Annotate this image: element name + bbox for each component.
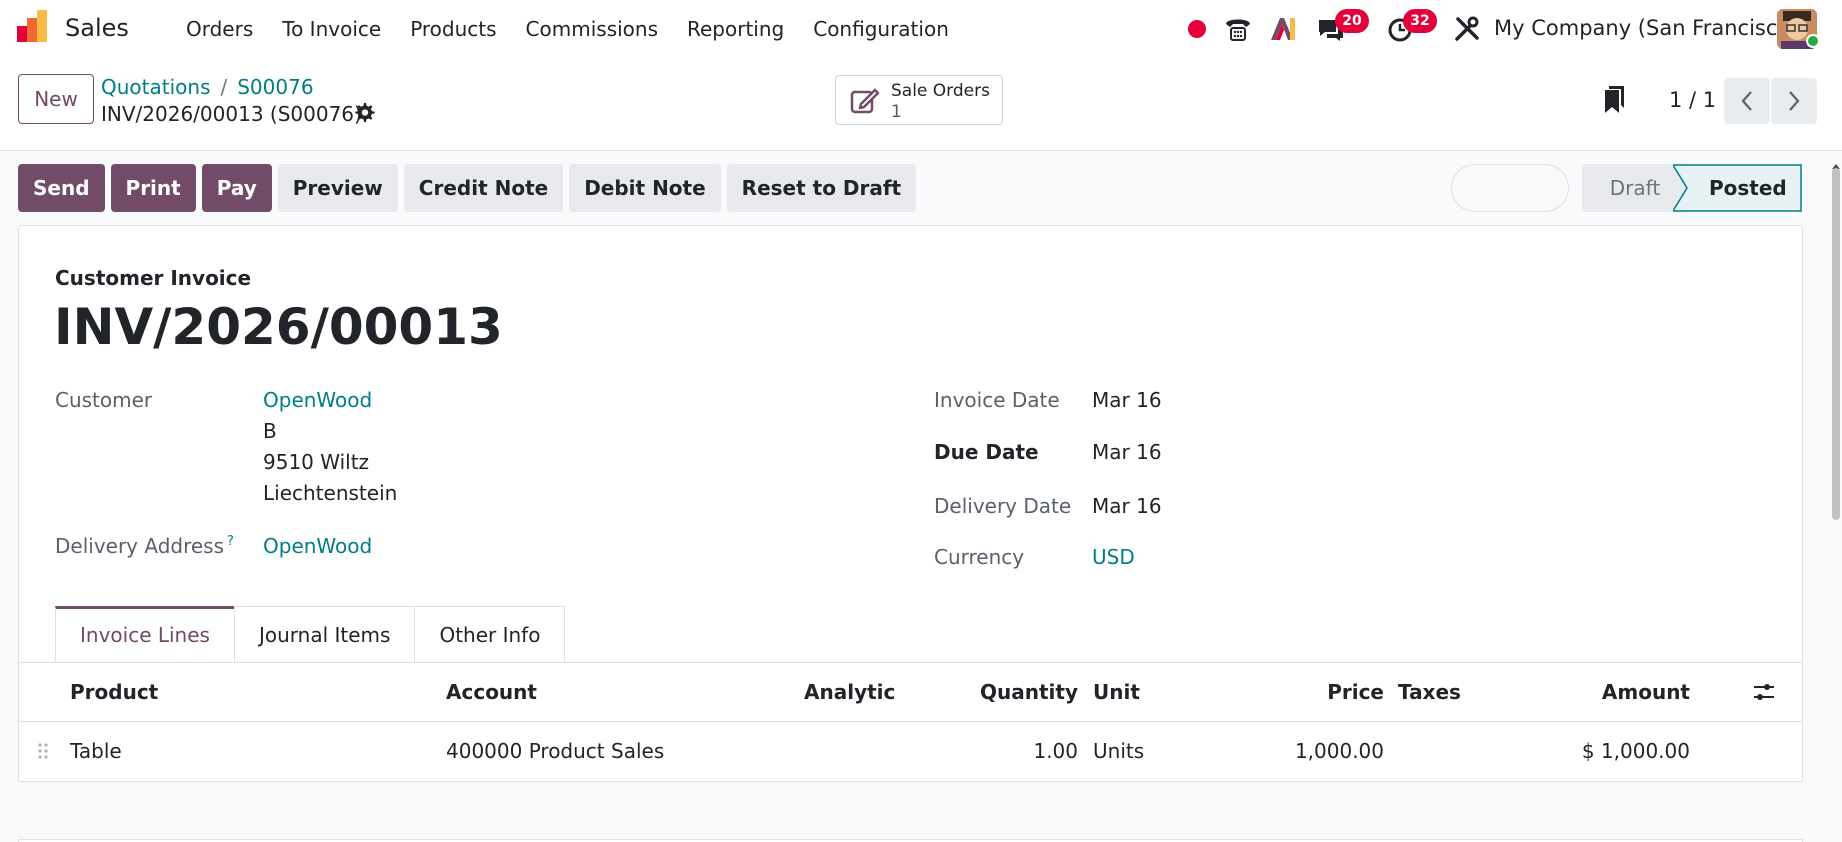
invoice-number: INV/2026/00013 [54, 298, 503, 356]
due-date-value[interactable]: Mar 16 [1092, 440, 1162, 464]
delivery-date-label: Delivery Date [934, 494, 1072, 518]
delivery-address-link[interactable]: OpenWood [263, 534, 372, 558]
breadcrumb-separator: / [220, 75, 228, 99]
menu-orders[interactable]: Orders [186, 17, 253, 41]
pay-button[interactable]: Pay [201, 164, 272, 212]
invoice-date-label: Invoice Date [934, 388, 1060, 412]
new-button[interactable]: New [18, 74, 94, 124]
scrollbar-thumb[interactable] [1832, 168, 1840, 520]
menu-products[interactable]: Products [410, 17, 496, 41]
optional-columns-icon[interactable] [1752, 680, 1776, 704]
address-line-2: 9510 Wiltz [263, 450, 370, 474]
column-account[interactable]: Account [446, 680, 537, 704]
add-line-row[interactable] [18, 782, 1803, 840]
column-amount[interactable]: Amount [1602, 680, 1690, 704]
bookmark-icon[interactable] [1604, 86, 1626, 114]
delivery-date-value[interactable]: Mar 16 [1092, 494, 1162, 518]
control-panel: New Quotations / S00076 INV/2026/00013 (S0… [0, 58, 1842, 151]
breadcrumb-quotations[interactable]: Quotations [101, 75, 210, 99]
column-quantity[interactable]: Quantity [980, 680, 1078, 704]
sales-app-icon[interactable] [17, 10, 51, 44]
currency-label: Currency [934, 545, 1025, 569]
reset-to-draft-button[interactable]: Reset to Draft [726, 164, 917, 212]
messages-badge: 20 [1335, 9, 1369, 33]
chevron-left-icon [1741, 91, 1752, 111]
customer-label: Customer [55, 388, 153, 412]
gear-icon[interactable] [354, 102, 376, 124]
breadcrumb: Quotations / S00076 [101, 75, 314, 99]
ai-icon[interactable] [1268, 14, 1298, 44]
debit-note-button[interactable]: Debit Note [569, 164, 721, 212]
sale-orders-smart-button[interactable]: Sale Orders 1 [835, 75, 1003, 125]
drag-handle-icon[interactable] [37, 742, 49, 760]
tab-other-info[interactable]: Other Info [414, 606, 566, 663]
column-price[interactable]: Price [1327, 680, 1384, 704]
line-account[interactable]: 400000 Product Sales [446, 739, 664, 763]
chevron-right-icon [1789, 91, 1800, 111]
tab-journal-items[interactable]: Journal Items [233, 606, 416, 663]
recording-dot-icon[interactable] [1188, 20, 1206, 38]
column-product[interactable]: Product [70, 680, 158, 704]
menu-to-invoice[interactable]: To Invoice [282, 17, 381, 41]
column-taxes[interactable]: Taxes [1398, 680, 1461, 704]
main-menu: Orders To Invoice Products Commissions R… [186, 17, 978, 41]
breadcrumb-sale-order[interactable]: S00076 [237, 75, 313, 99]
address-line-1: B [263, 419, 277, 443]
help-tooltip-icon[interactable]: ? [227, 534, 234, 549]
line-amount: $ 1,000.00 [1581, 739, 1690, 763]
menu-configuration[interactable]: Configuration [813, 17, 949, 41]
tools-icon[interactable] [1452, 14, 1482, 44]
address-line-3: Liechtenstein [263, 481, 398, 505]
row-divider-bottom [18, 839, 1803, 840]
preview-button[interactable]: Preview [277, 164, 398, 212]
payment-status-pill [1451, 164, 1569, 212]
app-name[interactable]: Sales [65, 14, 129, 42]
action-bar: Send Print Pay Preview Credit Note Debit… [18, 164, 917, 212]
notebook-tabs: Invoice Lines Journal Items Other Info [55, 606, 566, 663]
credit-note-button[interactable]: Credit Note [403, 164, 564, 212]
pager-value[interactable]: 1 / 1 [1669, 88, 1716, 112]
line-quantity[interactable]: 1.00 [1033, 739, 1078, 763]
pager-next-button[interactable] [1771, 78, 1817, 124]
delivery-address-label-text: Delivery Address [55, 534, 225, 558]
pager-previous-button[interactable] [1724, 78, 1770, 124]
status-posted[interactable]: Posted [1709, 164, 1787, 212]
line-price[interactable]: 1,000.00 [1295, 739, 1384, 763]
document-type-label: Customer Invoice [55, 266, 252, 290]
tabs-divider [18, 662, 1803, 663]
top-navbar: Sales Orders To Invoice Products Commiss… [0, 0, 1842, 58]
company-switcher[interactable]: My Company (San Francisco) [1494, 16, 1798, 40]
menu-reporting[interactable]: Reporting [687, 17, 784, 41]
record-title: INV/2026/00013 (S00076) [101, 102, 362, 126]
column-unit[interactable]: Unit [1093, 680, 1140, 704]
line-product[interactable]: Table [70, 739, 122, 763]
activities-badge: 32 [1403, 9, 1437, 33]
line-unit[interactable]: Units [1093, 739, 1144, 763]
menu-commissions[interactable]: Commissions [526, 17, 658, 41]
print-button[interactable]: Print [110, 164, 196, 212]
online-status-dot [1806, 34, 1820, 48]
edit-document-icon [850, 88, 880, 114]
header-divider [18, 721, 1803, 722]
tab-invoice-lines[interactable]: Invoice Lines [55, 606, 235, 663]
due-date-label: Due Date [934, 440, 1039, 464]
send-button[interactable]: Send [18, 164, 105, 212]
phone-icon[interactable] [1223, 14, 1253, 44]
smart-button-label: Sale Orders [891, 81, 990, 101]
column-analytic[interactable]: Analytic [804, 680, 895, 704]
invoice-date-value[interactable]: Mar 16 [1092, 388, 1162, 412]
smart-button-count: 1 [891, 102, 902, 122]
delivery-address-label: Delivery Address? [55, 534, 234, 558]
currency-link[interactable]: USD [1092, 545, 1135, 569]
customer-link[interactable]: OpenWood [263, 388, 372, 412]
